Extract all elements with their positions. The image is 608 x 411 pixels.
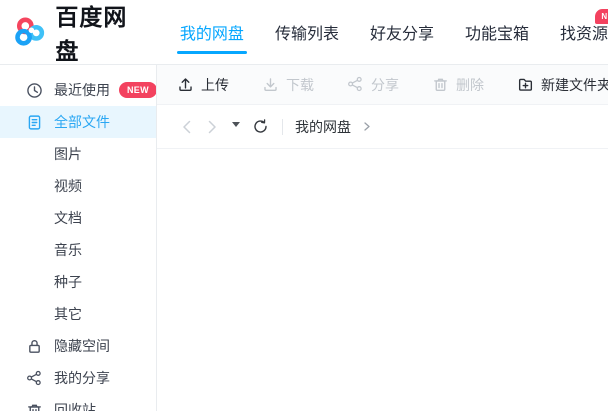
file-list-area [157, 149, 608, 411]
sidebar-item-label: 种子 [54, 274, 82, 290]
breadcrumb-divider [282, 118, 283, 135]
sidebar-item-my-shares[interactable]: 我的分享 [0, 362, 156, 394]
new-badge: NEW [595, 9, 608, 24]
download-button[interactable]: 下载 [262, 75, 314, 95]
primary-nav: 我的网盘 传输列表 好友分享 功能宝箱 找资源 NEW [176, 9, 608, 54]
sidebar-item-recent[interactable]: 最近使用 NEW [0, 74, 156, 106]
main-panel: 上传 下载 分享 删除 新建文件夹 我的网盘 [157, 65, 608, 411]
share-button[interactable]: 分享 [347, 75, 399, 95]
clock-icon [25, 81, 43, 99]
toolbar-button-label: 新建文件夹 [541, 76, 608, 93]
toolbar-button-label: 下载 [286, 76, 314, 93]
tab-friend-shares[interactable]: 好友分享 [370, 20, 434, 44]
sidebar-item-label: 文档 [54, 210, 82, 226]
back-button[interactable] [177, 117, 197, 137]
file-toolbar: 上传 下载 分享 删除 新建文件夹 [157, 65, 608, 105]
share-icon [25, 369, 43, 387]
lock-icon [25, 337, 43, 355]
tab-label: 功能宝箱 [464, 26, 529, 43]
tab-label: 传输列表 [274, 26, 339, 43]
upload-button[interactable]: 上传 [177, 75, 229, 95]
toolbar-button-label: 分享 [371, 76, 399, 93]
share-icon [347, 76, 364, 93]
sidebar-item-videos[interactable]: 视频 [0, 170, 156, 202]
document-icon [25, 113, 43, 131]
sidebar-item-label: 隐藏空间 [54, 338, 110, 354]
sidebar-item-images[interactable]: 图片 [0, 138, 156, 170]
app-body: 最近使用 NEW 全部文件 图片 视频 文档 音乐 种子 其它 隐藏空间 我的分… [0, 65, 608, 411]
tab-my-drive[interactable]: 我的网盘 [176, 20, 247, 54]
brand-logo[interactable]: 百度网盘 [14, 0, 144, 66]
sidebar-item-label: 音乐 [54, 242, 82, 258]
new-folder-icon [517, 76, 534, 93]
sidebar-item-torrents[interactable]: 种子 [0, 266, 156, 298]
tab-label: 好友分享 [369, 26, 434, 43]
tab-transfer-list[interactable]: 传输列表 [275, 20, 339, 44]
upload-icon [177, 76, 194, 93]
tab-label: 找资源 [559, 26, 608, 43]
breadcrumb-current[interactable]: 我的网盘 [295, 117, 351, 137]
sidebar-item-label: 回收站 [54, 402, 96, 411]
history-dropdown-caret-icon[interactable] [232, 122, 240, 131]
breadcrumb-chevron-icon [360, 120, 373, 133]
toolbar-button-label: 删除 [456, 76, 484, 93]
forward-button[interactable] [202, 117, 222, 137]
sidebar-item-recycle-bin[interactable]: 回收站 [0, 394, 156, 411]
app-header: 百度网盘 我的网盘 传输列表 好友分享 功能宝箱 找资源 NEW [0, 0, 608, 65]
sidebar-item-label: 我的分享 [54, 370, 110, 386]
delete-button[interactable]: 删除 [432, 75, 484, 95]
trash-icon [432, 76, 449, 93]
breadcrumb-bar: 我的网盘 [157, 105, 608, 149]
sidebar-item-others[interactable]: 其它 [0, 298, 156, 330]
toolbar-button-label: 上传 [201, 76, 229, 93]
tab-toolbox[interactable]: 功能宝箱 [465, 20, 529, 44]
sidebar-item-all-files[interactable]: 全部文件 [0, 106, 156, 138]
new-folder-button[interactable]: 新建文件夹 [517, 75, 608, 95]
refresh-button[interactable] [252, 118, 269, 135]
sidebar-item-label: 图片 [54, 146, 82, 162]
download-icon [262, 76, 279, 93]
tab-find-resources[interactable]: 找资源 NEW [559, 9, 608, 44]
baidu-netdisk-logo-icon [15, 17, 45, 46]
tab-label: 我的网盘 [179, 26, 244, 43]
trash-icon [25, 401, 43, 411]
sidebar-item-music[interactable]: 音乐 [0, 234, 156, 266]
sidebar-item-hidden-space[interactable]: 隐藏空间 [0, 330, 156, 362]
new-badge: NEW [119, 82, 156, 98]
sidebar-item-documents[interactable]: 文档 [0, 202, 156, 234]
sidebar-item-label: 最近使用 [54, 82, 110, 98]
sidebar-item-label: 视频 [54, 178, 82, 194]
sidebar: 最近使用 NEW 全部文件 图片 视频 文档 音乐 种子 其它 隐藏空间 我的分… [0, 65, 157, 411]
sidebar-item-label: 全部文件 [54, 114, 110, 130]
app-title: 百度网盘 [55, 4, 128, 64]
baidu-netdisk-app: 百度网盘 我的网盘 传输列表 好友分享 功能宝箱 找资源 NEW [0, 0, 608, 411]
sidebar-item-label: 其它 [54, 306, 82, 322]
